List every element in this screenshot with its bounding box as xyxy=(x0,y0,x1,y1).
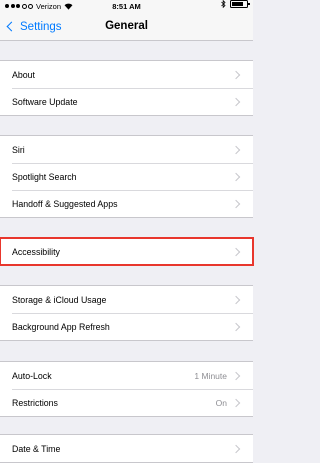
settings-group-storage: Storage & iCloud Usage Background App Re… xyxy=(0,285,253,341)
chevron-right-icon xyxy=(231,371,241,380)
row-spotlight-search[interactable]: Spotlight Search xyxy=(0,163,253,190)
row-label: Accessibility xyxy=(12,246,60,257)
bluetooth-icon xyxy=(221,0,226,8)
row-label: About xyxy=(12,69,35,80)
row-handoff[interactable]: Handoff & Suggested Apps xyxy=(0,190,253,217)
chevron-right-icon xyxy=(231,322,241,331)
chevron-right-icon xyxy=(231,172,241,181)
chevron-right-icon xyxy=(231,295,241,304)
row-value: On xyxy=(215,397,227,408)
status-time: 8:51 AM xyxy=(112,2,141,11)
chevron-right-icon xyxy=(231,97,241,106)
row-label: Background App Refresh xyxy=(12,321,110,332)
row-value: 1 Minute xyxy=(194,370,227,381)
chevron-right-icon xyxy=(231,70,241,79)
row-background-app-refresh[interactable]: Background App Refresh xyxy=(0,313,253,340)
row-restrictions[interactable]: Restrictions On xyxy=(0,389,253,416)
row-label: Handoff & Suggested Apps xyxy=(12,198,118,209)
chevron-right-icon xyxy=(231,444,241,453)
settings-group-date: Date & Time xyxy=(0,434,253,463)
row-about[interactable]: About xyxy=(0,61,253,88)
row-label: Restrictions xyxy=(12,397,58,408)
row-date-time[interactable]: Date & Time xyxy=(0,435,253,462)
row-label: Spotlight Search xyxy=(12,171,77,182)
settings-group-autolock: Auto-Lock 1 Minute Restrictions On xyxy=(0,361,253,417)
row-label: Date & Time xyxy=(12,443,61,454)
chevron-right-icon xyxy=(231,398,241,407)
row-auto-lock[interactable]: Auto-Lock 1 Minute xyxy=(0,362,253,389)
row-label: Software Update xyxy=(12,96,78,107)
row-label: Storage & iCloud Usage xyxy=(12,294,107,305)
chevron-right-icon xyxy=(231,247,241,256)
settings-group-about: About Software Update xyxy=(0,60,253,116)
settings-group-accessibility: Accessibility xyxy=(0,237,254,266)
row-accessibility[interactable]: Accessibility xyxy=(0,237,254,266)
row-storage[interactable]: Storage & iCloud Usage xyxy=(0,286,253,313)
chevron-right-icon xyxy=(231,199,241,208)
row-label: Siri xyxy=(12,144,25,155)
status-bar: Verizon 8:51 AM xyxy=(0,0,253,13)
row-siri[interactable]: Siri xyxy=(0,136,253,163)
page-title: General xyxy=(105,20,148,32)
row-software-update[interactable]: Software Update xyxy=(0,88,253,115)
chevron-right-icon xyxy=(231,145,241,154)
navigation-bar: Settings General xyxy=(0,13,253,41)
battery-icon xyxy=(230,0,250,8)
row-label: Auto-Lock xyxy=(12,370,52,381)
settings-group-siri: Siri Spotlight Search Handoff & Suggeste… xyxy=(0,135,253,218)
status-right xyxy=(221,0,250,8)
